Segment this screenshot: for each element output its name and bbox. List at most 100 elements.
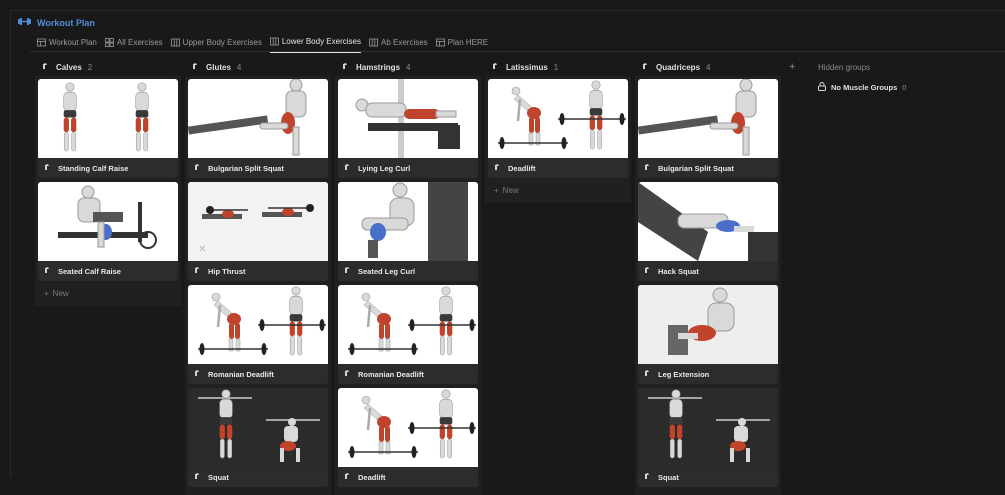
muscle-icon [644,163,652,173]
exercise-label: Hip Thrust [188,261,328,281]
dumbbell-icon [18,17,31,28]
table-icon [435,38,445,47]
column-name: Calves [56,62,82,72]
muscle-icon [194,472,202,482]
column-count: 4 [406,62,411,72]
exercise-label: Hack Squat [638,261,778,281]
exercise-title: Romanian Deadlift [208,369,274,379]
exercise-title: Hip Thrust [208,266,246,276]
exercise-image [638,79,778,158]
exercise-title: Squat [658,472,679,482]
board-icon [170,38,180,47]
svg-text:✕: ✕ [198,244,206,255]
column-header[interactable]: Hamstrings 4 [335,58,481,76]
column-count: 2 [87,62,93,72]
muscle-icon [344,472,352,482]
exercise-image: ✕ [188,182,328,261]
exercise-card[interactable]: Romanian Deadlift [338,285,478,384]
muscle-icon [644,266,652,276]
exercise-image [338,388,478,467]
tab-label: All Exercises [116,37,163,47]
exercise-image [188,388,328,467]
column-calves: Calves 2 Standing Calf Raise Seated Calf… [35,58,181,306]
column-header[interactable]: Latissimus 1 [485,58,631,76]
new-card-button[interactable]: + New [38,285,178,302]
column-name: Hamstrings [356,62,401,72]
add-group-button[interactable]: + [789,61,795,73]
column-body: Deadlift + New [485,76,631,203]
muscle-group-icon [342,62,350,72]
kanban-board: + Hidden groups No Muscle Groups 0 Calve… [30,58,1005,495]
hidden-group-name: No Muscle Groups [831,83,898,92]
exercise-card[interactable]: Squat [188,388,328,487]
exercise-label: Seated Calf Raise [38,261,178,281]
exercise-label: Seated Leg Curl [338,261,478,281]
exercise-card[interactable]: Seated Leg Curl [338,182,478,281]
exercise-title: Lying Leg Curl [358,163,411,173]
column-count: 4 [236,62,242,72]
column-header[interactable]: Quadriceps 4 [635,58,781,76]
new-card-label: New [52,289,69,298]
column-latissimus: Latissimus 1 Deadlift + New [485,58,631,203]
muscle-icon [194,369,202,379]
muscle-icon [44,266,52,276]
muscle-icon [194,163,202,173]
new-card-label: New [502,186,519,195]
column-name: Quadriceps [656,62,701,72]
exercise-title: Leg Extension [658,369,710,379]
exercise-label: Deadlift [338,467,478,487]
column-header[interactable]: Glutes 4 [185,58,331,76]
muscle-group-icon [492,62,500,72]
tab-label: Upper Body Exercises [182,37,262,47]
exercise-card[interactable]: Squat [638,388,778,487]
exercise-label: Squat [638,467,778,487]
tab-label: Ab Exercises [380,37,428,47]
muscle-icon [44,163,52,173]
hidden-group-item[interactable]: No Muscle Groups 0 [818,82,968,93]
exercise-title: Standing Calf Raise [58,163,129,173]
muscle-icon [344,266,352,276]
exercise-image [38,79,178,158]
plus-icon: + [44,289,49,298]
exercise-image [638,182,778,261]
exercise-image [188,79,328,158]
exercise-title: Bulgarian Split Squat [658,163,734,173]
exercise-title: Bulgarian Split Squat [208,163,284,173]
exercise-label: Romanian Deadlift [188,364,328,384]
tab-label: Lower Body Exercises [281,37,361,46]
exercise-card[interactable]: Bulgarian Split Squat [638,79,778,178]
exercise-title: Romanian Deadlift [358,369,424,379]
exercise-label: Leg Extension [638,364,778,384]
page-title[interactable]: Workout Plan [37,18,95,28]
exercise-card[interactable]: Deadlift [488,79,628,178]
exercise-card[interactable]: Bulgarian Split Squat [188,79,328,178]
exercise-card[interactable]: Standing Calf Raise [38,79,178,178]
hidden-groups-panel: Hidden groups No Muscle Groups 0 [818,63,968,93]
board-icon [369,38,378,47]
column-count: 4 [706,62,711,72]
exercise-card[interactable]: Hack Squat [638,182,778,281]
column-body: Lying Leg Curl Seated Leg Curl Romanian … [335,76,481,495]
exercise-card[interactable]: Romanian Deadlift [188,285,328,384]
exercise-image [488,79,628,158]
exercise-title: Hack Squat [658,266,699,276]
exercise-card[interactable]: ✕ Hip Thrust [188,182,328,281]
exercise-image [638,388,778,467]
column-body: Bulgarian Split Squat Hack Squat Leg Ext… [635,76,781,495]
exercise-card[interactable]: Leg Extension [638,285,778,384]
muscle-icon [644,369,652,379]
muscle-icon [344,369,352,379]
muscle-group-icon [192,62,200,72]
exercise-card[interactable]: Deadlift [338,388,478,487]
exercise-card[interactable]: Seated Calf Raise [38,182,178,281]
board-icon [269,37,279,46]
tabs-divider [30,51,1005,52]
exercise-card[interactable]: Lying Leg Curl [338,79,478,178]
exercise-image [188,285,328,364]
new-card-button[interactable]: + New [488,182,628,199]
tab-label: Workout Plan [49,37,97,47]
exercise-image [338,182,478,261]
exercise-title: Seated Calf Raise [58,266,121,276]
column-header[interactable]: Calves 2 [35,58,181,76]
exercise-image [38,182,178,261]
